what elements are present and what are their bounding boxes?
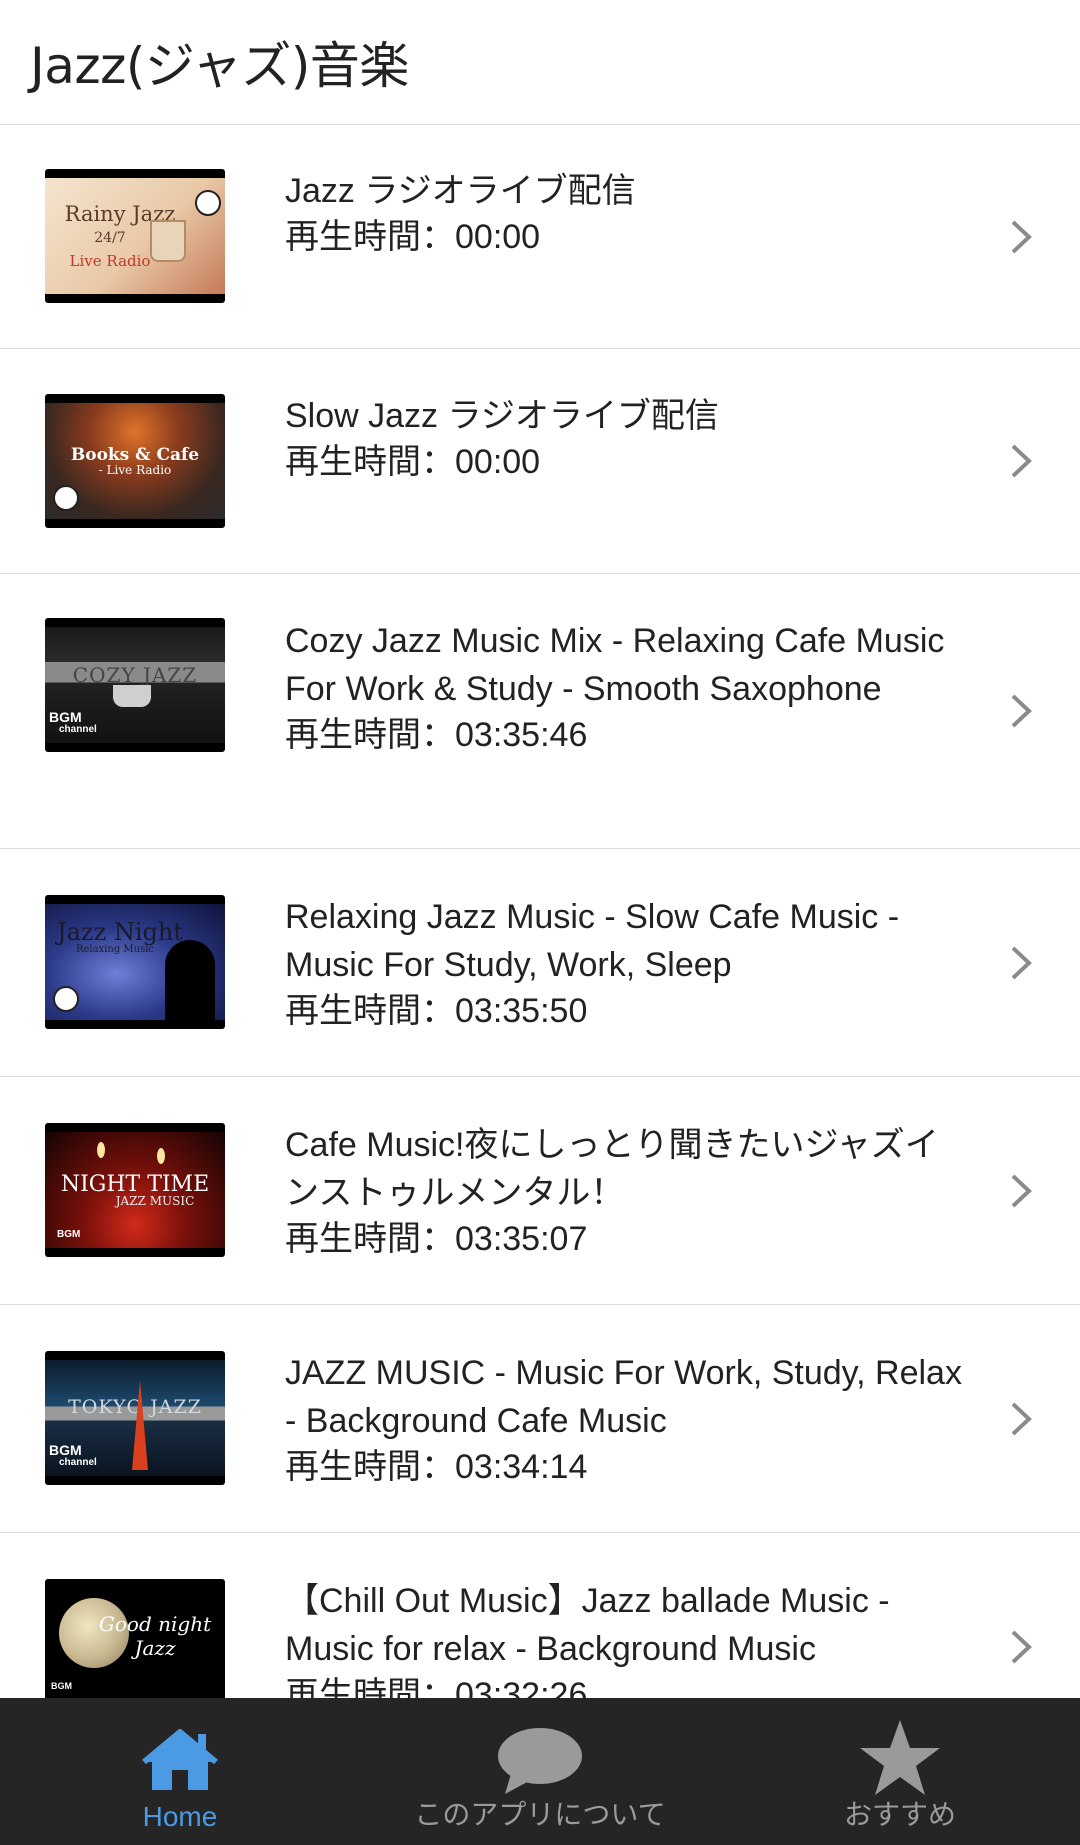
thumbnail-text: - Live Radio: [98, 463, 172, 477]
channel-logo-icon: [195, 190, 221, 216]
coffee-cup-graphic: [113, 685, 151, 707]
thumbnail-text: channel: [59, 724, 97, 735]
item-text: Slow Jazz ラジオライブ配信 再生時間：00:00: [285, 392, 965, 484]
chevron-right-icon: [1011, 444, 1032, 478]
item-text: JAZZ MUSIC - Music For Work, Study, Rela…: [285, 1349, 965, 1489]
thumbnail-text: channel: [59, 1457, 97, 1468]
chevron-right-icon: [1011, 946, 1032, 980]
video-duration: 再生時間：00:00: [285, 443, 541, 481]
video-title: Relaxing Jazz Music - Slow Cafe Music - …: [285, 898, 900, 984]
chevron-right-icon: [1011, 1174, 1032, 1208]
list-item-4[interactable]: NIGHT TIME JAZZ MUSIC BGM Cafe Music!夜にし…: [0, 1077, 1080, 1305]
item-text: 【Chill Out Music】Jazz ballade Music - Mu…: [285, 1577, 965, 1698]
video-title: Jazz ラジオライブ配信: [285, 172, 636, 210]
thumbnail-text: JAZZ MUSIC: [115, 1194, 195, 1208]
video-duration: 再生時間：03:32:26: [285, 1676, 588, 1698]
channel-logo-icon: [53, 986, 79, 1012]
item-text: Jazz ラジオライブ配信 再生時間：00:00: [285, 167, 965, 259]
thumbnail-text: Live Radio: [69, 252, 151, 270]
video-thumbnail: Books & Cafe - Live Radio: [45, 394, 225, 528]
candle-flame-graphic: [157, 1148, 165, 1164]
video-duration: 再生時間：03:35:46: [285, 716, 588, 754]
tab-label: Home: [142, 1801, 218, 1832]
chevron-right-icon: [1011, 1630, 1032, 1664]
chevron-right-icon: [1011, 220, 1032, 254]
video-thumbnail: COZY JAZZ BGM channel: [45, 618, 225, 752]
list-item-2[interactable]: COZY JAZZ BGM channel Cozy Jazz Music Mi…: [0, 574, 1080, 849]
video-duration: 再生時間：00:00: [285, 218, 541, 256]
video-thumbnail: Good night Jazz BGM: [45, 1579, 225, 1698]
list-item-3[interactable]: Jazz Night Relaxing Music Relaxing Jazz …: [0, 849, 1080, 1077]
video-duration: 再生時間：03:35:07: [285, 1220, 588, 1258]
thumbnail-text: BGM: [57, 1229, 81, 1240]
item-text: Relaxing Jazz Music - Slow Cafe Music - …: [285, 893, 965, 1033]
video-thumbnail: Jazz Night Relaxing Music: [45, 895, 225, 1029]
tower-graphic: [132, 1380, 148, 1470]
video-title: JAZZ MUSIC - Music For Work, Study, Rela…: [285, 1354, 962, 1440]
video-title: Cozy Jazz Music Mix - Relaxing Cafe Musi…: [285, 622, 945, 708]
item-text: Cozy Jazz Music Mix - Relaxing Cafe Musi…: [285, 617, 965, 757]
chevron-right-icon: [1011, 1402, 1032, 1436]
video-thumbnail: TOKYO JAZZ BGM channel: [45, 1351, 225, 1485]
app-root: Jazz(ジャズ)音楽 Rainy Jazz 24/7 Live Radio J…: [0, 0, 1080, 1845]
star-icon: [860, 1720, 940, 1795]
silhouette-graphic: [165, 940, 215, 1020]
list-item-5[interactable]: TOKYO JAZZ BGM channel JAZZ MUSIC - Musi…: [0, 1305, 1080, 1533]
chat-bubble-icon: [498, 1728, 582, 1794]
tab-home[interactable]: Home: [0, 1698, 360, 1845]
video-thumbnail: NIGHT TIME JAZZ MUSIC BGM: [45, 1123, 225, 1257]
video-title: 【Chill Out Music】Jazz ballade Music - Mu…: [285, 1582, 890, 1668]
video-title: Slow Jazz ラジオライブ配信: [285, 397, 719, 435]
app-header: Jazz(ジャズ)音楽: [0, 0, 1080, 125]
item-text: Cafe Music!夜にしっとり聞きたいジャズインストゥルメンタル！ 再生時間…: [285, 1121, 965, 1261]
thumbnail-text: Books & Cafe: [70, 445, 200, 465]
list-item-6[interactable]: Good night Jazz BGM 【Chill Out Music】Jaz…: [0, 1533, 1080, 1698]
list-item-1[interactable]: Books & Cafe - Live Radio Slow Jazz ラジオラ…: [0, 349, 1080, 574]
tab-label: このアプリについて: [414, 1799, 666, 1830]
home-icon: [142, 1729, 218, 1790]
thumbnail-text: Good night: [98, 1612, 212, 1636]
page-title: Jazz(ジャズ)音楽: [30, 37, 409, 95]
tab-about[interactable]: このアプリについて: [360, 1698, 720, 1845]
video-thumbnail: Rainy Jazz 24/7 Live Radio: [45, 169, 225, 303]
tab-recommended[interactable]: おすすめ: [720, 1698, 1080, 1845]
video-duration: 再生時間：03:35:50: [285, 992, 588, 1030]
thumbnail-text: COZY JAZZ: [72, 663, 198, 687]
video-title: Cafe Music!夜にしっとり聞きたいジャズインストゥルメンタル！: [285, 1126, 939, 1212]
channel-logo-icon: [53, 485, 79, 511]
thumbnail-text: Jazz: [134, 1636, 176, 1660]
video-list[interactable]: Rainy Jazz 24/7 Live Radio Jazz ラジオライブ配信…: [0, 125, 1080, 1698]
chevron-right-icon: [1011, 694, 1032, 728]
tab-label: おすすめ: [843, 1799, 956, 1830]
thumbnail-text: 24/7: [94, 230, 126, 246]
thumbnail-text: BGM: [51, 1681, 72, 1691]
video-duration: 再生時間：03:34:14: [285, 1448, 588, 1486]
list-item-0[interactable]: Rainy Jazz 24/7 Live Radio Jazz ラジオライブ配信…: [0, 125, 1080, 349]
candle-flame-graphic: [97, 1142, 105, 1158]
bottom-tab-bar: Home このアプリについて おすすめ: [0, 1698, 1080, 1845]
coffee-cup-graphic: [150, 220, 186, 262]
